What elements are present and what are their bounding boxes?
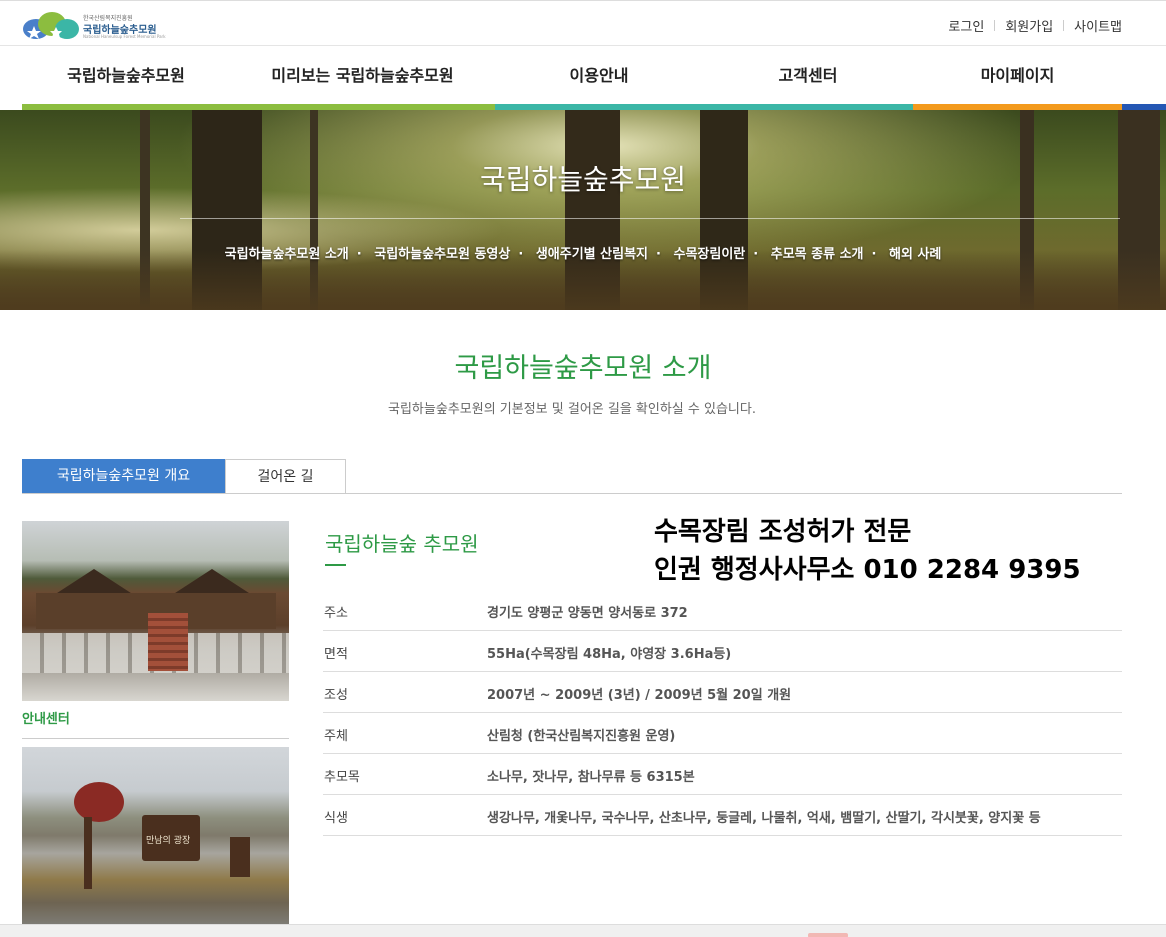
info-value: 소나무, 잣나무, 참나무류 등 6315본 [487, 770, 695, 785]
page-title: 국립하늘숲추모원 소개 [454, 353, 712, 384]
content-tabs: 국립하늘숲추모원 개요 걸어온 길 [22, 459, 1122, 494]
info-value: 2007년 ~ 2009년 (3년) / 2009년 5월 20일 개원 [487, 688, 792, 703]
hero-divider [180, 218, 1120, 219]
divider [1063, 20, 1065, 31]
caption-divider [22, 738, 289, 739]
nav-item-mypage[interactable]: 마이페이지 [913, 46, 1122, 106]
info-label: 조성 [324, 688, 348, 703]
info-title: 국립하늘숲 추모원 [325, 532, 479, 556]
promo-line-1: 수목장림 조성허가 전문 [654, 517, 912, 547]
info-title-underline [325, 564, 346, 566]
sub-nav: 국립하늘숲추모원 소개 · 국립하늘숲추모원 동영상 · 생애주기별 산림복지 · 수… [224, 247, 942, 262]
subnav-tree-burial[interactable]: 수목장림이란 [673, 247, 745, 262]
site-logo[interactable]: 한국산림복지진흥원 국립하늘숲추모원 National Haneulsup Fo… [22, 8, 166, 42]
subnav-video[interactable]: 국립하늘숲추모원 동영상 [374, 247, 510, 262]
scrollbar-thumb[interactable] [808, 933, 848, 937]
nav-item-guide[interactable]: 이용안내 [495, 46, 703, 106]
visitor-center-photo [22, 521, 289, 701]
signpost [84, 817, 92, 889]
horizontal-scrollbar[interactable] [0, 924, 1166, 937]
signup-link[interactable]: 회원가입 [1005, 16, 1053, 35]
subnav-overseas[interactable]: 해외 사례 [889, 247, 941, 262]
main-nav: 국립하늘숲추모원 미리보는 국립하늘숲추모원 이용안내 고객센터 마이페이지 [0, 46, 1166, 110]
info-row-area: 면적 55Ha(수목장림 48Ha, 야영장 3.6Ha등) [323, 631, 1122, 672]
tab-history[interactable]: 걸어온 길 [225, 459, 346, 493]
info-row-vegetation: 식생 생강나무, 개옻나무, 국수나무, 산초나무, 둥글레, 나물취, 억새,… [323, 795, 1122, 836]
info-value: 55Ha(수목장림 48Ha, 야영장 3.6Ha등) [487, 647, 732, 662]
info-label: 주체 [324, 729, 348, 744]
info-label: 면적 [324, 647, 348, 662]
hero-banner: 국립하늘숲추모원 국립하늘숲추모원 소개 · 국립하늘숲추모원 동영상 · 생애주기… [0, 110, 1166, 310]
info-row-address: 주소 경기도 양평군 양동면 양서동로 372 [323, 590, 1122, 631]
info-row-operator: 주체 산림청 (한국산림복지진흥원 운영) [323, 713, 1122, 754]
divider [994, 20, 996, 31]
maple-tree [74, 782, 124, 822]
nav-item-support[interactable]: 고객센터 [703, 46, 913, 106]
nav-item-preview[interactable]: 미리보는 국립하늘숲추모원 [230, 46, 495, 106]
plaza-sign: 만남의 광장 [142, 815, 200, 861]
subnav-lifecycle[interactable]: 생애주기별 산림복지 [536, 247, 648, 262]
nav-item-memorial[interactable]: 국립하늘숲추모원 [22, 46, 230, 106]
promo-line-2: 인권 행정사사무소 010 2284 9395 [654, 555, 1081, 585]
stairs [148, 613, 188, 671]
info-value: 경기도 양평군 양동면 양서동로 372 [487, 606, 688, 621]
login-link[interactable]: 로그인 [948, 16, 984, 35]
utility-links: 로그인 회원가입 사이트맵 [948, 16, 1122, 35]
info-row-memorial-trees: 추모목 소나무, 잣나무, 참나무류 등 6315본 [323, 754, 1122, 795]
subnav-intro[interactable]: 국립하늘숲추모원 소개 [225, 247, 349, 262]
roof [54, 569, 134, 595]
info-table: 주소 경기도 양평군 양동면 양서동로 372 면적 55Ha(수목장림 48H… [323, 590, 1122, 836]
info-label: 식생 [324, 811, 348, 826]
logo-icon [23, 12, 79, 39]
info-row-construction: 조성 2007년 ~ 2009년 (3년) / 2009년 5월 20일 개원 [323, 672, 1122, 713]
plaza-photo: 만남의 광장 [22, 747, 289, 924]
roof [172, 569, 252, 595]
plaza-sign-text: 만남의 광장 [146, 836, 191, 846]
hero-title: 국립하늘숲추모원 [479, 163, 687, 196]
photo-caption: 안내센터 [22, 712, 70, 727]
info-label: 추모목 [324, 770, 360, 785]
signpost [230, 837, 250, 877]
tab-overview[interactable]: 국립하늘숲추모원 개요 [22, 459, 225, 493]
top-bar: 한국산림복지진흥원 국립하늘숲추모원 National Haneulsup Fo… [0, 0, 1166, 46]
sitemap-link[interactable]: 사이트맵 [1074, 16, 1122, 35]
promo-overlay: 수목장림 조성허가 전문 인권 행정사사무소 010 2284 9395 [654, 513, 1081, 589]
page-description: 국립하늘숲추모원의 기본정보 및 걸어온 길을 확인하실 수 있습니다. [388, 402, 756, 417]
info-value: 산림청 (한국산림복지진흥원 운영) [487, 729, 676, 744]
subnav-tree-types[interactable]: 추모목 종류 소개 [771, 247, 864, 262]
logo-eng: National Haneulsup Forest Memorial Park [83, 34, 166, 39]
info-label: 주소 [324, 606, 348, 621]
info-value: 생강나무, 개옻나무, 국수나무, 산초나무, 둥글레, 나물취, 억새, 뱀딸… [487, 811, 1041, 826]
